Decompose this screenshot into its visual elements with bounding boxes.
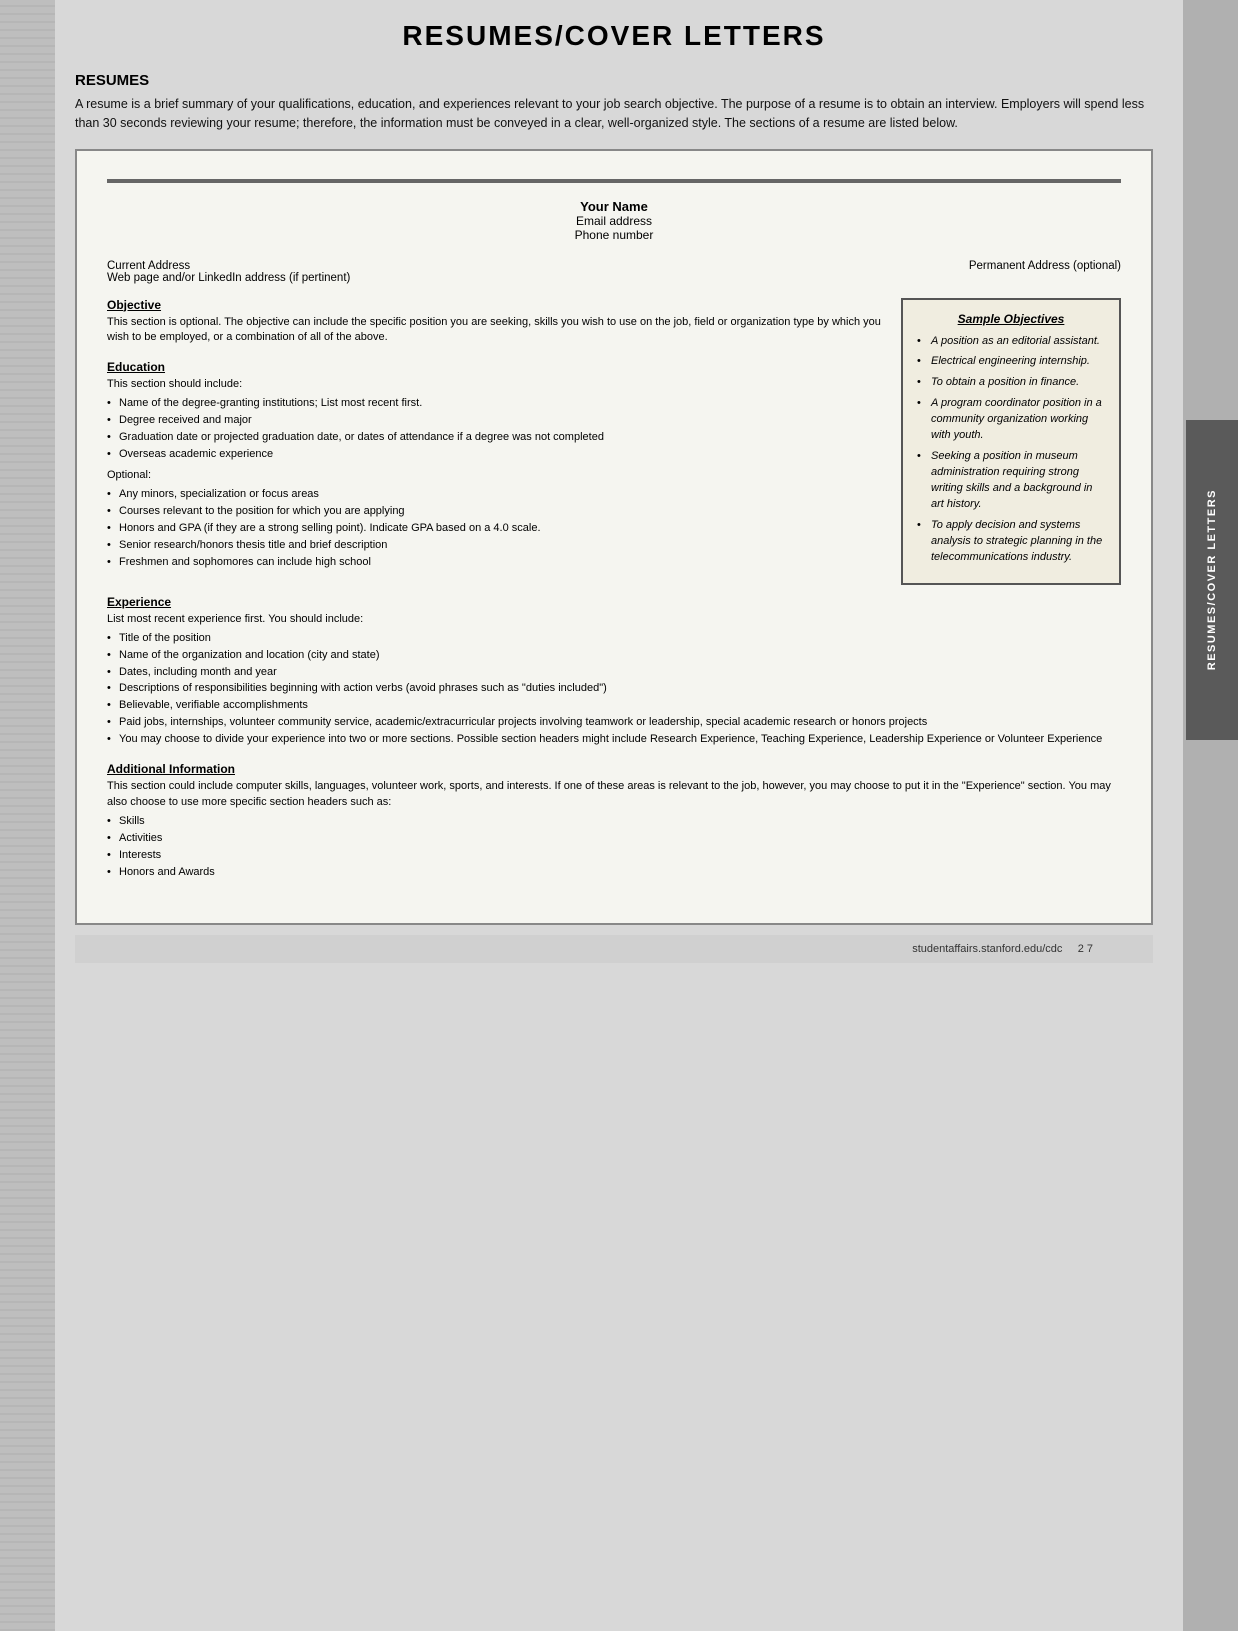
footer-url: studentaffairs.stanford.edu/cdc [912,943,1062,955]
current-address-label: Current Address [107,260,350,272]
list-item: You may choose to divide your experience… [107,732,1121,748]
page-footer: studentaffairs.stanford.edu/cdc 2 7 [75,935,1153,963]
objective-section: Objective This section is optional. The … [107,298,885,347]
name-section: Your Name Email address Phone number [107,199,1121,242]
address-row: Current Address Web page and/or LinkedIn… [107,260,1121,284]
permanent-address: Permanent Address (optional) [969,260,1121,284]
page-title: RESUMES/COVER LETTERS [75,20,1153,52]
experience-intro: List most recent experience first. You s… [107,612,1121,628]
additional-info-title: Additional Information [107,762,1121,776]
objective-item: A position as an editorial assistant. [917,334,1105,350]
additional-info-list: Skills Activities Interests Honors and A… [107,814,1121,881]
additional-info-section: Additional Information This section coul… [107,762,1121,881]
right-tab: RESUMES/COVER LETTERS [1186,420,1238,740]
list-item: Any minors, specialization or focus area… [107,487,885,503]
education-section: Education This section should include: N… [107,360,885,570]
list-item: Title of the position [107,631,1121,647]
intro-paragraph: A resume is a brief summary of your qual… [75,95,1153,133]
resume-top-border [107,179,1121,183]
objective-item: To apply decision and systems analysis t… [917,518,1105,566]
email-address: Email address [107,214,1121,228]
list-item: Interests [107,848,1121,864]
list-item: Descriptions of responsibilities beginni… [107,681,1121,697]
list-item: Graduation date or projected graduation … [107,430,885,446]
list-item: Believable, verifiable accomplishments [107,698,1121,714]
objective-item: To obtain a position in finance. [917,375,1105,391]
objective-item: Electrical engineering internship. [917,354,1105,370]
education-optional-list: Any minors, specialization or focus area… [107,487,885,571]
list-item: Freshmen and sophomores can include high… [107,555,885,571]
objective-title: Objective [107,298,885,312]
footer-page: 2 7 [1078,943,1093,955]
list-item: Overseas academic experience [107,447,885,463]
sample-objectives-sidebar: Sample Objectives A position as an edito… [901,298,1121,585]
objective-item: A program coordinator position in a comm… [917,396,1105,444]
list-item: Honors and Awards [107,865,1121,881]
experience-list: Title of the position Name of the organi… [107,631,1121,749]
phone-number: Phone number [107,228,1121,242]
education-intro: This section should include: [107,377,885,393]
your-name: Your Name [107,199,1121,214]
right-tab-label: RESUMES/COVER LETTERS [1206,489,1218,670]
list-item: Name of the degree-granting institutions… [107,396,885,412]
objective-text: This section is optional. The objective … [107,315,885,347]
list-item: Activities [107,831,1121,847]
web-address: Web page and/or LinkedIn address (if per… [107,272,350,284]
resumes-heading: RESUMES [75,72,1153,89]
list-item: Paid jobs, internships, volunteer commun… [107,715,1121,731]
list-item: Courses relevant to the position for whi… [107,504,885,520]
left-decorative-strip [0,0,55,1631]
additional-info-text: This section could include computer skil… [107,779,1121,811]
content-with-sidebar: Objective This section is optional. The … [107,298,1121,585]
list-item: Skills [107,814,1121,830]
list-item: Dates, including month and year [107,665,1121,681]
list-item: Name of the organization and location (c… [107,648,1121,664]
sample-objectives-box: Sample Objectives A position as an edito… [901,298,1121,585]
list-item: Senior research/honors thesis title and … [107,538,885,554]
resume-document: Your Name Email address Phone number Cur… [75,149,1153,925]
main-column: Objective This section is optional. The … [107,298,885,585]
experience-section: Experience List most recent experience f… [107,595,1121,749]
objective-item: Seeking a position in museum administrat… [917,449,1105,513]
experience-title: Experience [107,595,1121,609]
list-item: Degree received and major [107,413,885,429]
education-title: Education [107,360,885,374]
list-item: Honors and GPA (if they are a strong sel… [107,521,885,537]
optional-label: Optional: [107,468,885,484]
address-left: Current Address Web page and/or LinkedIn… [107,260,350,284]
education-list: Name of the degree-granting institutions… [107,396,885,463]
sample-objectives-title: Sample Objectives [917,312,1105,326]
objectives-list: A position as an editorial assistant. El… [917,334,1105,566]
